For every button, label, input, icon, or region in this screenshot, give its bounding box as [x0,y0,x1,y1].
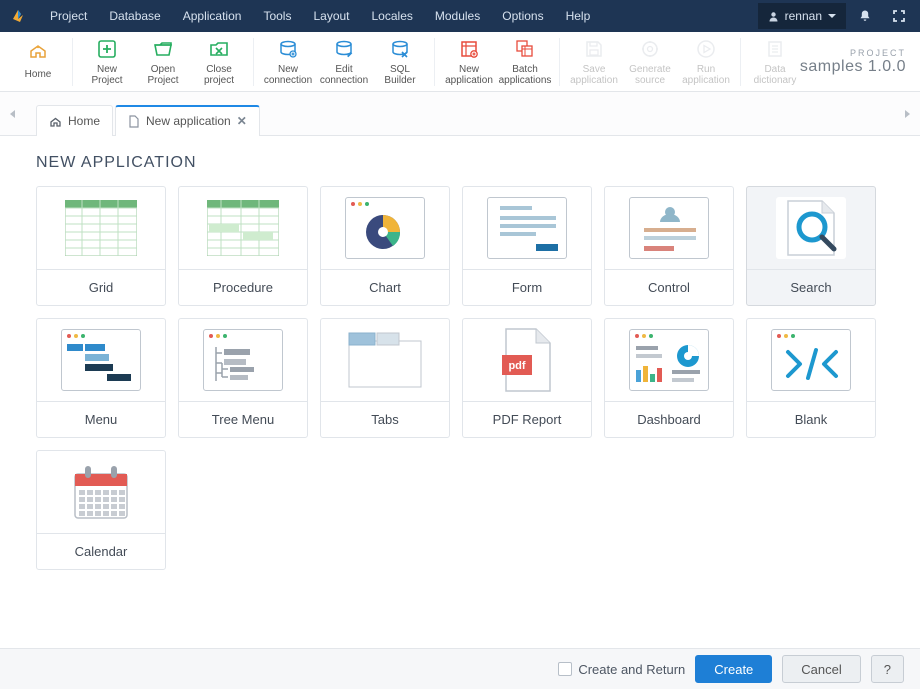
app-card-search[interactable]: Search [746,186,876,306]
app-card-blank[interactable]: Blank [746,318,876,438]
tool-generate-source: Generatesource [622,38,678,86]
tree-icon [179,319,307,401]
tabsicon-icon [321,319,449,401]
tabs-bar: HomeNew application✕ [0,92,920,136]
svg-text:pdf: pdf [508,360,525,372]
tool-close-project[interactable]: Closeproject [191,38,247,86]
create-button[interactable]: Create [695,655,772,683]
project-label: PROJECT samples 1.0.0 [800,48,906,76]
blank-icon [747,319,875,401]
home-icon [49,115,62,128]
checkbox-icon [558,662,572,676]
app-label: Grid [37,269,165,305]
file-icon [128,115,140,128]
menu-project[interactable]: Project [40,3,97,29]
app-card-dashboard[interactable]: Dashboard [604,318,734,438]
app-card-tabs[interactable]: Tabs [320,318,450,438]
app-card-calendar[interactable]: Calendar [36,450,166,570]
app-label: Tree Menu [179,401,307,437]
search-icon [747,187,875,269]
tool-open-project[interactable]: OpenProject [135,38,191,86]
create-and-return-checkbox[interactable]: Create and Return [558,662,685,677]
menu-application[interactable]: Application [173,3,252,29]
user-name: rennan [785,9,822,23]
app-logo [6,4,30,28]
app-label: Blank [747,401,875,437]
app-card-form[interactable]: Form [462,186,592,306]
app-label: Dashboard [605,401,733,437]
app-card-pdf-report[interactable]: pdf PDF Report [462,318,592,438]
menu-tools[interactable]: Tools [253,3,301,29]
tool-new-application[interactable]: Newapplication [441,38,497,86]
app-label: Form [463,269,591,305]
app-label: PDF Report [463,401,591,437]
calendar-icon [37,451,165,533]
app-card-chart[interactable]: Chart [320,186,450,306]
user-icon [768,11,779,22]
tool-batch-applications[interactable]: Batchapplications [497,38,553,86]
fullscreen-icon[interactable] [884,1,914,31]
tool-run-application: Runapplication [678,38,734,86]
notifications-icon[interactable] [850,1,880,31]
tool-data-dictionary: Datadictionary [747,38,803,86]
menu-modules[interactable]: Modules [425,3,490,29]
chart-icon [321,187,449,269]
app-label: Tabs [321,401,449,437]
tool-edit-connection[interactable]: Editconnection [316,38,372,86]
app-card-procedure[interactable]: Procedure [178,186,308,306]
menu-layout[interactable]: Layout [303,3,359,29]
help-button[interactable]: ? [871,655,904,683]
app-label: Calendar [37,533,165,569]
menu-database[interactable]: Database [99,3,170,29]
tab-new-application[interactable]: New application✕ [115,105,260,136]
app-card-grid[interactable]: Grid [36,186,166,306]
menu-locales[interactable]: Locales [362,3,423,29]
app-label: Search [747,269,875,305]
tool-save-application: Saveapplication [566,38,622,86]
menubar: ProjectDatabaseApplicationToolsLayoutLoc… [0,0,920,32]
tab-home[interactable]: Home [36,105,113,136]
dashboard-icon [605,319,733,401]
app-card-control[interactable]: Control [604,186,734,306]
tool-new-connection[interactable]: Newconnection [260,38,316,86]
app-card-menu[interactable]: Menu [36,318,166,438]
menu-options[interactable]: Options [492,3,553,29]
tool-sql-builder[interactable]: SQLBuilder [372,38,428,86]
grid-icon [37,187,165,269]
toolbar: Home NewProjectOpenProjectCloseproject New… [0,32,920,92]
tab-close-icon[interactable]: ✕ [237,114,247,128]
app-card-tree-menu[interactable]: Tree Menu [178,318,308,438]
footer: Create and Return Create Cancel ? [0,648,920,689]
app-label: Control [605,269,733,305]
tool-new-project[interactable]: NewProject [79,38,135,86]
form-icon [463,187,591,269]
tool-home[interactable]: Home [10,43,66,80]
procedure-icon [179,187,307,269]
app-label: Procedure [179,269,307,305]
page-content: NEW APPLICATION Grid Procedure Chart Form Co… [0,136,920,648]
menu-help[interactable]: Help [556,3,601,29]
user-menu[interactable]: rennan [758,3,846,29]
app-label: Menu [37,401,165,437]
page-title: NEW APPLICATION [36,154,884,172]
control-icon [605,187,733,269]
chevron-down-icon [828,14,836,18]
cancel-button[interactable]: Cancel [782,655,860,683]
pdf-icon: pdf [463,319,591,401]
menu-icon [37,319,165,401]
app-label: Chart [321,269,449,305]
